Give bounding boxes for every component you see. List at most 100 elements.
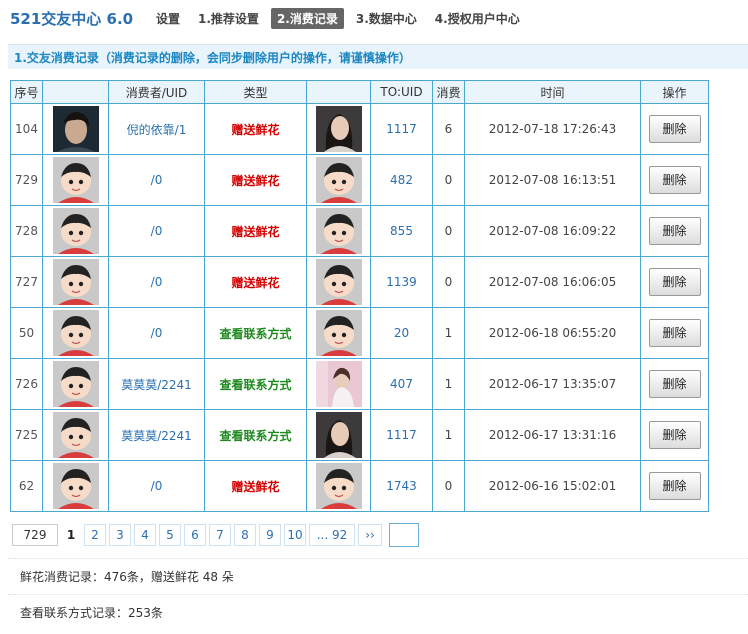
consumer-uid[interactable]: 莫莫莫/2241 [108,409,205,461]
to-uid[interactable]: 1139 [370,256,433,308]
pagination: 729 1 2 3 4 5 6 7 8 9 10 ... 92 ›› [12,523,419,547]
delete-button[interactable]: 删除 [648,166,701,194]
consumer-avatar-cell [42,460,109,512]
target-avatar [315,310,362,356]
amount: 1 [432,358,465,410]
target-avatar-cell [306,358,371,410]
table-header-row: 序号 消费者/UID 类型 TO:UID 消费 时间 操作 [10,80,709,104]
nav-data-center[interactable]: 3.数据中心 [350,8,423,29]
consumer-uid[interactable]: /0 [108,460,205,512]
page-link[interactable]: 9 [259,524,281,546]
table-row: 104 倪的依靠/1 赠送鲜花 1117 6 2012-07-18 17:26:43 删除 [10,103,709,155]
page-link[interactable]: 5 [159,524,181,546]
delete-button[interactable]: 删除 [648,421,701,449]
target-avatar-cell [306,409,371,461]
row-id: 104 [10,103,43,155]
record-time: 2012-06-17 13:35:07 [464,358,641,410]
page-link[interactable]: 7 [209,524,231,546]
delete-button[interactable]: 删除 [648,217,701,245]
consumer-avatar-cell [42,409,109,461]
consumer-uid[interactable]: /0 [108,256,205,308]
target-avatar [315,208,362,254]
consumer-avatar [52,208,99,254]
delete-button[interactable]: 删除 [648,472,701,500]
target-avatar [315,259,362,305]
record-type: 查看联系方式 [204,358,307,410]
delete-button[interactable]: 删除 [648,319,701,347]
consumer-avatar-cell [42,307,109,359]
nav-settings[interactable]: 设置 [150,8,186,29]
nav-consumption-records[interactable]: 2.消费记录 [270,8,344,29]
header-to-uid: TO:UID [370,80,433,104]
consumer-avatar-cell [42,205,109,257]
target-avatar-cell [306,307,371,359]
page-link[interactable]: 8 [234,524,256,546]
flower-stats-text: 鲜花消费记录：476条，赠送鲜花 48 朵 [20,570,234,584]
to-uid[interactable]: 855 [370,205,433,257]
record-time: 2012-06-18 06:55:20 [464,307,641,359]
contact-stats-text: 查看联系方式记录：253条 [20,606,163,620]
record-time: 2012-06-16 15:02:01 [464,460,641,512]
record-type: 赠送鲜花 [204,154,307,206]
table-row: 725 莫莫莫/2241 查看联系方式 1117 1 2012-06-17 13:31:1… [10,409,709,461]
page-link[interactable]: 3 [109,524,131,546]
amount: 1 [432,307,465,359]
header-time: 时间 [464,80,641,104]
nav-recommend-settings[interactable]: 1.推荐设置 [192,8,265,29]
page-jump-input[interactable] [389,523,419,547]
record-type: 查看联系方式 [204,409,307,461]
consumer-uid[interactable]: /0 [108,205,205,257]
target-avatar-cell [306,205,371,257]
nav-authorized-users[interactable]: 4.授权用户中心 [429,8,526,29]
record-time: 2012-06-17 13:31:16 [464,409,641,461]
top-bar: 521交友中心 6.0 设置 1.推荐设置 2.消费记录 3.数据中心 4.授权… [0,0,748,36]
to-uid[interactable]: 1743 [370,460,433,512]
flower-stats: 鲜花消费记录：476条，赠送鲜花 48 朵 [8,558,748,593]
table-row: 50/0 查看联系方式 20 1 2012-06-18 06:55:20 删除 [10,307,709,359]
target-avatar-cell [306,103,371,155]
to-uid[interactable]: 1117 [370,103,433,155]
next-page-button[interactable]: ›› [358,524,382,546]
table-row: 728/0 赠送鲜花 855 0 2012-07-08 16:09:22 删除 [10,205,709,257]
header-action: 操作 [640,80,709,104]
action-cell: 删除 [640,256,709,308]
consumer-uid[interactable]: /0 [108,154,205,206]
page-link[interactable]: 10 [284,524,306,546]
consumer-avatar-cell [42,103,109,155]
consumer-uid[interactable]: 倪的依靠/1 [108,103,205,155]
to-uid[interactable]: 1117 [370,409,433,461]
record-type: 赠送鲜花 [204,205,307,257]
delete-button[interactable]: 删除 [648,370,701,398]
page-link[interactable]: 2 [84,524,106,546]
records-table: 序号 消费者/UID 类型 TO:UID 消费 时间 操作 104 倪的依靠/1 赠… [10,80,709,512]
to-uid[interactable]: 407 [370,358,433,410]
target-avatar-cell [306,460,371,512]
consumer-avatar-cell [42,154,109,206]
action-cell: 删除 [640,205,709,257]
delete-button[interactable]: 删除 [648,115,701,143]
record-type: 赠送鲜花 [204,256,307,308]
record-time: 2012-07-08 16:13:51 [464,154,641,206]
consumer-avatar [52,157,99,203]
header-amount: 消费 [432,80,465,104]
target-avatar-cell [306,154,371,206]
page-link[interactable]: 4 [134,524,156,546]
to-uid[interactable]: 482 [370,154,433,206]
amount: 0 [432,154,465,206]
page-link-last[interactable]: ... 92 [309,524,355,546]
record-type: 赠送鲜花 [204,103,307,155]
section-title: 1.交友消费记录（消费记录的删除，会同步删除用户的操作，请谨慎操作） [14,51,411,65]
amount: 6 [432,103,465,155]
delete-button[interactable]: 删除 [648,268,701,296]
page-link[interactable]: 6 [184,524,206,546]
to-uid[interactable]: 20 [370,307,433,359]
row-id: 726 [10,358,43,410]
consumer-uid[interactable]: 莫莫莫/2241 [108,358,205,410]
action-cell: 删除 [640,103,709,155]
record-type: 查看联系方式 [204,307,307,359]
target-avatar-cell [306,256,371,308]
consumer-uid[interactable]: /0 [108,307,205,359]
consumer-avatar [52,310,99,356]
consumer-avatar [52,463,99,509]
consumer-avatar-cell [42,358,109,410]
